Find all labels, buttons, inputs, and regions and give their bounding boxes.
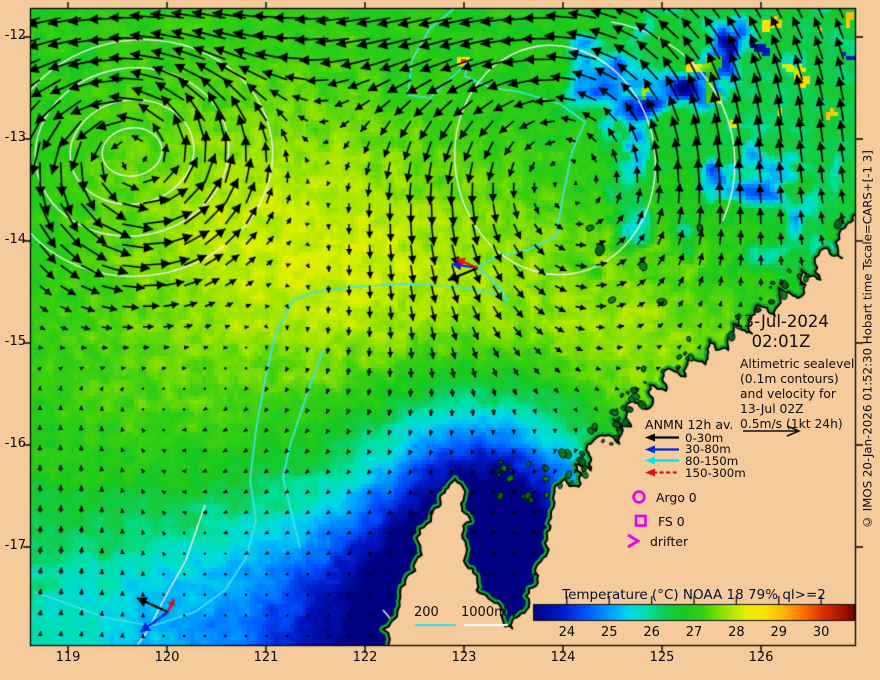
y-axis-tick-label: -16: [4, 436, 26, 451]
platform-marker-label: Argo 0: [656, 489, 697, 505]
imos-ocean-current-map-figure: 119 120 121 122 123 124 125 126 -12 -13 -14 -15 -16…: [0, 0, 880, 680]
x-axis-tick-label: 124: [550, 650, 576, 665]
velocity-scale-arrow-icon: [743, 425, 801, 437]
y-axis-tick-label: -13: [4, 130, 26, 145]
platform-marker-label: drifter: [650, 533, 689, 549]
anmn-legend-title: ANMN 12h av.: [645, 417, 734, 432]
depth-arrow-icon: [645, 445, 679, 454]
argo-circle-icon: [632, 490, 646, 504]
x-axis-tick-label: 119: [55, 650, 81, 665]
platform-marker-row: drifter: [624, 532, 688, 550]
map-time: 02:01Z: [751, 332, 811, 351]
altimetric-note: Altimetric sealevel (0.1m contours) and ve…: [740, 357, 854, 432]
copyright-credit: © IMOS 20-Jan-2026 01:52:30 Hobart time …: [860, 150, 875, 530]
depth-arrow-icon: [645, 456, 679, 465]
altimetric-note-line: Altimetric sealevel: [740, 357, 855, 371]
legend-depth-row: 150-300m: [645, 465, 746, 480]
colorbar-tick-label: 30: [812, 625, 830, 640]
depth-arrow-icon: [645, 468, 679, 477]
map-date: 13-Jul-2024: [733, 312, 829, 331]
isobath-scale-1000-label: 1000m: [461, 605, 507, 620]
x-axis-tick-label: 125: [649, 650, 675, 665]
platform-marker-label: FS 0: [658, 513, 685, 529]
drifter-chevron-icon: [627, 533, 641, 549]
fs-square-icon: [634, 514, 647, 527]
x-axis-tick-label: 123: [451, 650, 477, 665]
colorbar-tick-label: 27: [685, 625, 703, 640]
colorbar-tick-label: 24: [558, 625, 576, 640]
colorbar-tick-label: 29: [770, 625, 787, 640]
x-axis-tick-label: 122: [352, 650, 378, 665]
colorbar-tick-label: 25: [600, 625, 618, 640]
altimetric-note-line: and velocity for: [740, 387, 836, 401]
depth-arrow-icon: [645, 433, 679, 442]
anmn-depth-legend: 0-30m 30-80m 80-150m 150-300m: [645, 431, 746, 480]
legend-depth-label: 150-300m: [685, 465, 746, 480]
platform-marker-row: Argo 0: [630, 488, 697, 506]
y-axis-tick-label: -14: [4, 232, 26, 247]
y-axis-tick-label: -17: [4, 538, 26, 553]
altimetric-note-line: (0.1m contours): [740, 372, 839, 386]
x-axis-tick-label: 121: [253, 650, 279, 665]
isobath-scale-200-label: 200: [414, 605, 439, 620]
x-axis-tick-label: 120: [154, 650, 180, 665]
y-axis-tick-label: -12: [4, 28, 26, 43]
colorbar-tick-label: 28: [728, 625, 745, 640]
y-axis-tick-label: -15: [4, 334, 26, 349]
colorbar-title: Temperature (°C) NOAA 18 79% ql>=2: [562, 587, 826, 603]
platform-marker-row: FS 0: [632, 512, 685, 530]
altimetric-note-line: 13-Jul 02Z: [740, 402, 804, 416]
colorbar-tick-label: 26: [643, 625, 660, 640]
x-axis-tick-label: 126: [748, 650, 774, 665]
